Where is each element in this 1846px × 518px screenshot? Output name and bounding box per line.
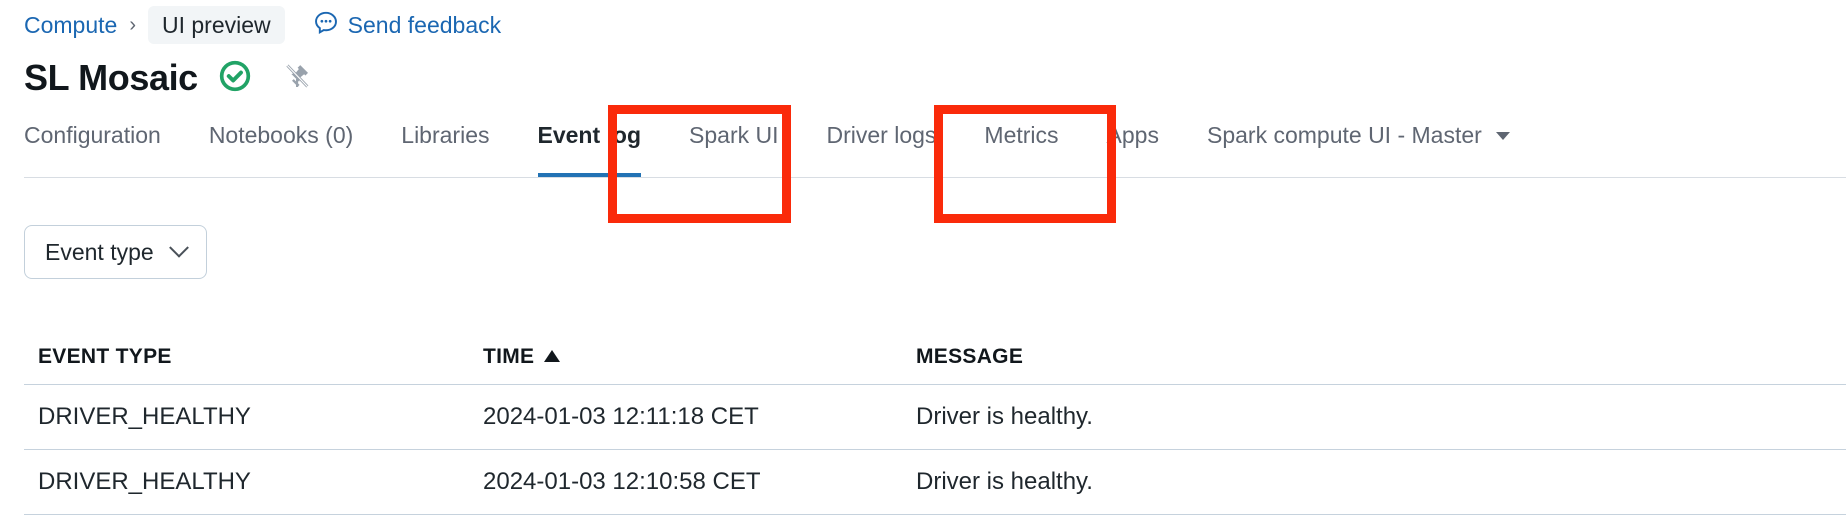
tab-metrics[interactable]: Metrics — [984, 112, 1058, 178]
tab-apps-label: Apps — [1106, 122, 1159, 148]
breadcrumb-separator: › — [129, 14, 136, 36]
cell-message: Driver is healthy. — [916, 403, 1093, 430]
tab-event-log-label: Event log — [537, 122, 642, 148]
pin-off-icon[interactable] — [282, 61, 312, 96]
tab-spark-ui-label: Spark UI — [689, 122, 779, 148]
event-type-filter-label: Event type — [45, 238, 154, 265]
tab-configuration[interactable]: Configuration — [24, 112, 161, 178]
tab-event-log[interactable]: Event log — [537, 112, 642, 178]
cell-time: 2024-01-03 12:11:18 CET — [483, 403, 759, 430]
cell-event-type: DRIVER_HEALTHY — [38, 468, 251, 495]
tab-bar-divider — [24, 177, 1846, 178]
column-header-message[interactable]: MESSAGE — [902, 345, 1846, 369]
column-header-time-label: TIME — [483, 345, 535, 368]
cell-event-type: DRIVER_HEALTHY — [38, 403, 251, 430]
tab-driver-logs-label: Driver logs — [826, 122, 937, 148]
breadcrumb: Compute › UI preview Send feedback — [24, 6, 501, 44]
column-header-time[interactable]: TIME — [469, 345, 902, 369]
tab-driver-logs[interactable]: Driver logs — [827, 112, 937, 178]
event-log-table: EVENT TYPE TIME MESSAGE DRIVER_HEALTHY 2… — [24, 330, 1846, 515]
breadcrumb-chip-ui-preview[interactable]: UI preview — [148, 6, 285, 44]
chevron-down-icon — [168, 237, 189, 258]
breadcrumb-link-compute[interactable]: Compute — [24, 6, 117, 44]
cell-message: Driver is healthy. — [916, 468, 1093, 495]
tab-spark-compute-ui-master[interactable]: Spark compute UI - Master — [1206, 112, 1511, 178]
send-feedback-label: Send feedback — [347, 11, 502, 38]
page-title: SL Mosaic — [24, 57, 198, 98]
tab-apps[interactable]: Apps — [1107, 112, 1159, 178]
column-header-message-label: MESSAGE — [916, 345, 1024, 368]
table-row[interactable]: DRIVER_HEALTHY 2024-01-03 12:10:58 CET D… — [24, 450, 1846, 515]
filter-bar: Event type — [24, 225, 207, 279]
tab-spark-ui[interactable]: Spark UI — [689, 112, 778, 178]
column-header-event-type-label: EVENT TYPE — [38, 345, 172, 368]
table-row[interactable]: DRIVER_HEALTHY 2024-01-03 12:11:18 CET D… — [24, 385, 1846, 450]
tab-libraries[interactable]: Libraries — [401, 112, 489, 178]
tab-bar: Configuration Notebooks (0) Libraries Ev… — [0, 112, 1846, 178]
tab-configuration-label: Configuration — [24, 122, 161, 148]
tab-libraries-label: Libraries — [401, 122, 490, 148]
tab-list: Configuration Notebooks (0) Libraries Ev… — [24, 112, 1511, 178]
column-header-event-type[interactable]: EVENT TYPE — [24, 345, 469, 369]
chevron-down-icon[interactable] — [1496, 132, 1511, 140]
event-type-filter-button[interactable]: Event type — [24, 225, 207, 279]
page-header: SL Mosaic — [24, 54, 312, 102]
check-circle-icon — [218, 59, 252, 98]
speech-bubble-icon — [313, 10, 339, 41]
tab-spark-compute-ui-master-label: Spark compute UI - Master — [1206, 122, 1482, 148]
tab-notebooks[interactable]: Notebooks (0) — [209, 112, 353, 178]
tab-metrics-label: Metrics — [984, 122, 1059, 148]
send-feedback-button[interactable]: Send feedback — [313, 10, 501, 41]
table-header-row: EVENT TYPE TIME MESSAGE — [24, 330, 1846, 385]
compute-cluster-detail-page: Compute › UI preview Send feedback SL Mo… — [0, 0, 1846, 518]
cell-time: 2024-01-03 12:10:58 CET — [483, 468, 761, 495]
tab-notebooks-label: Notebooks (0) — [208, 122, 354, 148]
triangle-up-icon — [544, 350, 561, 362]
